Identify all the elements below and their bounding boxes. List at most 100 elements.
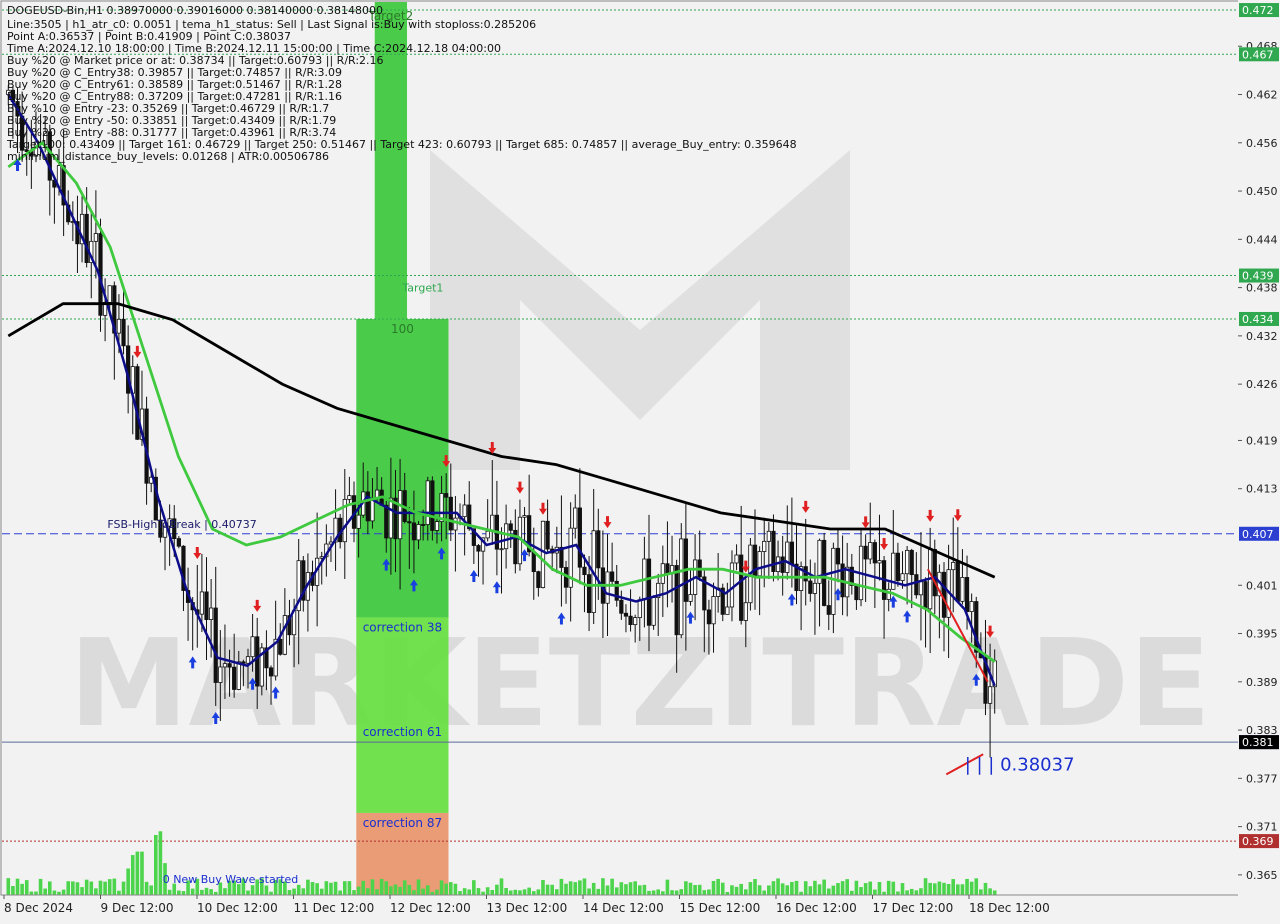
candle-body xyxy=(476,545,481,552)
candle-body xyxy=(688,594,693,602)
candle-body xyxy=(918,581,924,596)
candle-body xyxy=(789,541,794,565)
candle-body xyxy=(619,599,624,614)
candle-body xyxy=(951,561,956,571)
price-level-tag-label: 0.467 xyxy=(1242,48,1274,61)
candle-body xyxy=(877,560,882,564)
candle-body xyxy=(121,318,126,347)
candle-body xyxy=(236,661,241,690)
candle-body xyxy=(508,523,513,531)
y-tick-label: 0.401 xyxy=(1246,579,1278,592)
candle-body xyxy=(674,565,679,636)
candle-body xyxy=(213,607,218,683)
candle-body xyxy=(762,540,767,552)
candle-body xyxy=(176,538,181,547)
candle-body xyxy=(868,542,873,560)
candle-body xyxy=(633,617,638,626)
zone-box xyxy=(356,318,449,618)
zone-label: 100 xyxy=(391,322,414,336)
candle-body xyxy=(932,548,937,597)
candle-body xyxy=(941,571,947,618)
candle-body xyxy=(780,556,785,573)
candle-body xyxy=(729,562,735,608)
candle-body xyxy=(955,561,960,602)
candle-body xyxy=(536,571,541,588)
candle-body xyxy=(282,615,287,655)
candle-body xyxy=(905,549,910,575)
candle-body xyxy=(268,667,274,677)
candle-body xyxy=(960,577,965,602)
candle-body xyxy=(356,514,361,529)
candle-body xyxy=(499,548,504,551)
info-line: minimum_distance_buy_levels: 0.01268 | A… xyxy=(7,150,329,163)
candle-body xyxy=(808,580,813,594)
y-tick-label: 0.377 xyxy=(1246,772,1278,785)
y-tick-label: 0.371 xyxy=(1246,821,1278,834)
zone-label: correction 87 xyxy=(363,816,442,830)
y-tick-label: 0.419 xyxy=(1246,434,1278,447)
candle-body xyxy=(540,520,546,588)
y-tick-label: 0.383 xyxy=(1246,724,1278,737)
candle-body xyxy=(711,596,716,625)
y-tick-label: 0.426 xyxy=(1246,378,1278,391)
candle-body xyxy=(964,577,970,613)
candle-body xyxy=(209,607,214,620)
candle-body xyxy=(900,573,905,581)
candle-body xyxy=(914,574,919,596)
candle-body xyxy=(923,581,928,610)
candle-body xyxy=(651,597,656,626)
y-tick-label: 0.444 xyxy=(1246,233,1278,246)
candle-body xyxy=(596,530,601,569)
candle-body xyxy=(822,539,827,606)
x-tick-label: 8 Dec 2024 xyxy=(4,901,73,915)
candle-body xyxy=(766,530,771,542)
candle-body xyxy=(255,636,260,687)
candle-body xyxy=(347,495,352,500)
chart-annotation: Target1 xyxy=(401,282,443,295)
candle-body xyxy=(218,666,223,683)
candle-body xyxy=(93,233,98,242)
candle-body xyxy=(757,551,762,577)
candle-body xyxy=(987,686,993,704)
candle-body xyxy=(504,523,509,550)
y-tick-label: 0.365 xyxy=(1246,869,1278,882)
y-tick-label: 0.438 xyxy=(1246,282,1278,295)
candle-body xyxy=(835,547,841,565)
price-level-tag-label: 0.439 xyxy=(1242,270,1274,283)
candle-body xyxy=(411,522,417,541)
y-tick-label: 0.395 xyxy=(1246,628,1278,641)
candle-body xyxy=(895,552,901,581)
x-tick-label: 15 Dec 12:00 xyxy=(680,901,761,915)
candle-body xyxy=(135,366,140,440)
candle-body xyxy=(586,574,592,614)
candle-body xyxy=(577,507,582,568)
chart-annotation: 0 New Buy Wave started xyxy=(163,873,299,886)
candle-body xyxy=(969,601,974,613)
x-tick-label: 18 Dec 12:00 xyxy=(969,901,1050,915)
candle-body xyxy=(397,490,403,540)
x-tick-label: 12 Dec 12:00 xyxy=(390,901,471,915)
candle-body xyxy=(430,480,435,531)
candle-body xyxy=(232,666,237,690)
candle-body xyxy=(84,213,89,263)
candle-body xyxy=(706,609,712,625)
candle-body xyxy=(872,542,877,564)
y-tick-label: 0.462 xyxy=(1246,89,1278,102)
current-price-label: 0.381 xyxy=(1242,736,1274,749)
x-tick-label: 10 Dec 12:00 xyxy=(197,901,278,915)
candle-body xyxy=(199,591,205,615)
candle-body xyxy=(462,504,467,518)
candle-body xyxy=(421,524,426,526)
candle-body xyxy=(582,566,587,576)
x-tick-label: 17 Dec 12:00 xyxy=(873,901,954,915)
candle-body xyxy=(812,582,818,594)
y-tick-label: 0.389 xyxy=(1246,676,1278,689)
candle-body xyxy=(222,663,228,668)
candle-body xyxy=(628,615,633,626)
candle-body xyxy=(116,318,122,334)
candle-body xyxy=(909,549,914,576)
symbol-header: DOGEUSD-Bin,H1 0.38970000 0.39016000 0.3… xyxy=(7,4,383,17)
candle-body xyxy=(388,497,393,539)
candle-body xyxy=(646,558,652,626)
candle-body xyxy=(623,612,629,617)
